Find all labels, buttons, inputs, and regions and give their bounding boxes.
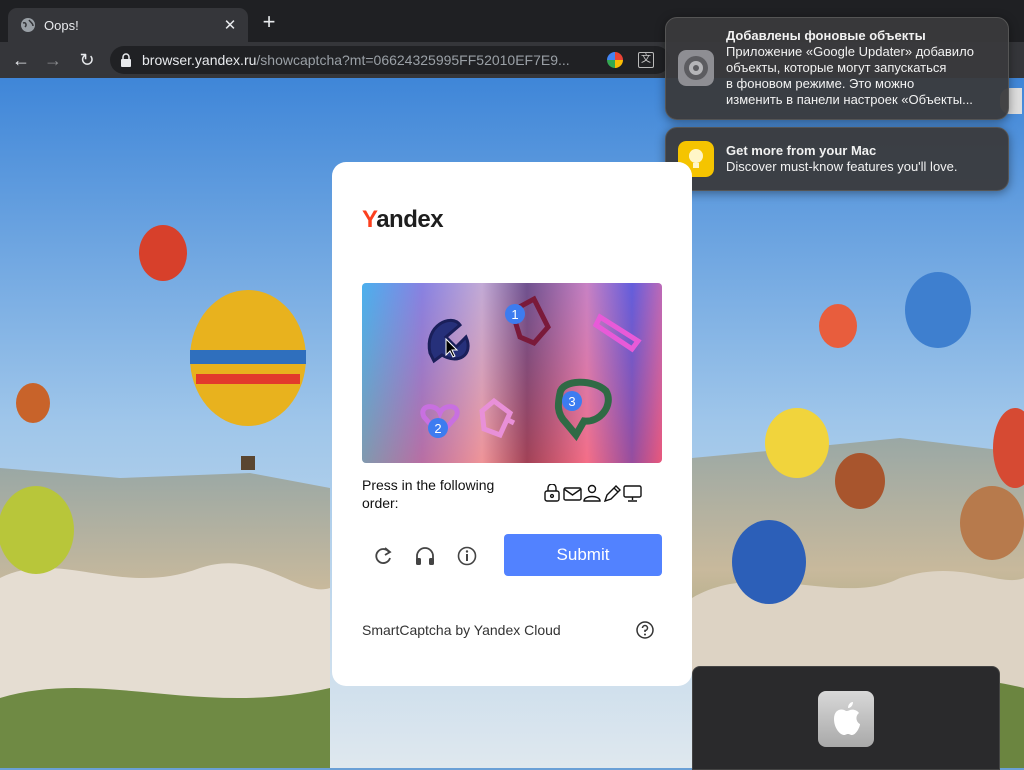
notification-line: Discover must-know features you'll love. <box>726 159 958 174</box>
notification-line: изменить в панели настроек «Объекты... <box>726 92 973 107</box>
captcha-card: Yandex 1 2 3 Press in the following orde… <box>332 162 692 686</box>
captcha-marker-2: 2 <box>428 418 448 438</box>
monitor-icon <box>623 485 642 502</box>
captcha-marker-1: 1 <box>505 304 525 324</box>
mac-panel <box>692 666 1000 770</box>
svg-text:3: 3 <box>568 394 575 409</box>
url-text: browser.yandex.ru/showcaptcha?mt=0662432… <box>142 52 570 68</box>
notification-line: Приложение «Google Updater» добавило <box>726 44 975 59</box>
submit-button[interactable]: Submit <box>504 534 662 576</box>
help-icon[interactable] <box>636 621 654 639</box>
lock-icon <box>544 483 560 502</box>
order-icons <box>544 483 644 503</box>
pencil-icon <box>603 485 621 503</box>
new-tab-button[interactable]: + <box>258 11 280 34</box>
notification-line: объекты, которые могут запускаться <box>726 60 947 75</box>
back-arrow-icon[interactable]: ← <box>10 50 32 72</box>
reload-icon[interactable]: ↻ <box>76 50 98 72</box>
settings-gear-icon <box>678 50 714 86</box>
yandex-logo: Yandex <box>362 206 444 233</box>
tab-title: Oops! <box>44 17 79 33</box>
globe-icon <box>21 18 35 32</box>
svg-text:2: 2 <box>434 421 441 436</box>
tab-active[interactable]: Oops! ✕ <box>8 8 248 42</box>
captcha-marker-3: 3 <box>562 391 582 411</box>
instruction-text: Press in the following order: <box>362 477 495 511</box>
svg-text:1: 1 <box>511 307 518 322</box>
info-icon[interactable] <box>456 545 478 567</box>
person-icon <box>583 484 601 502</box>
notification-title: Get more from your Mac <box>726 143 877 158</box>
captcha-image[interactable]: 1 2 3 <box>362 283 662 463</box>
notification-background-items[interactable]: Добавлены фоновые объекты Приложение «Go… <box>665 17 1009 120</box>
lock-icon <box>121 53 131 67</box>
apple-logo-icon[interactable] <box>818 691 874 747</box>
tab-close-icon[interactable]: ✕ <box>220 16 240 34</box>
envelope-icon <box>563 487 582 501</box>
address-bar[interactable]: browser.yandex.ru/showcaptcha?mt=0662432… <box>110 46 670 74</box>
notification-mac-tips[interactable]: Get more from your Mac Discover must-kno… <box>665 127 1009 191</box>
translate-icon[interactable]: 文 <box>638 52 654 68</box>
google-icon[interactable] <box>607 52 623 68</box>
notification-line: в фоновом режиме. Это можно <box>726 76 915 91</box>
refresh-icon[interactable] <box>372 545 394 567</box>
captcha-footer: SmartCaptcha by Yandex Cloud <box>362 622 561 638</box>
forward-arrow-icon[interactable]: → <box>42 50 64 72</box>
notification-title: Добавлены фоновые объекты <box>726 28 926 43</box>
headphones-icon[interactable] <box>414 545 436 567</box>
